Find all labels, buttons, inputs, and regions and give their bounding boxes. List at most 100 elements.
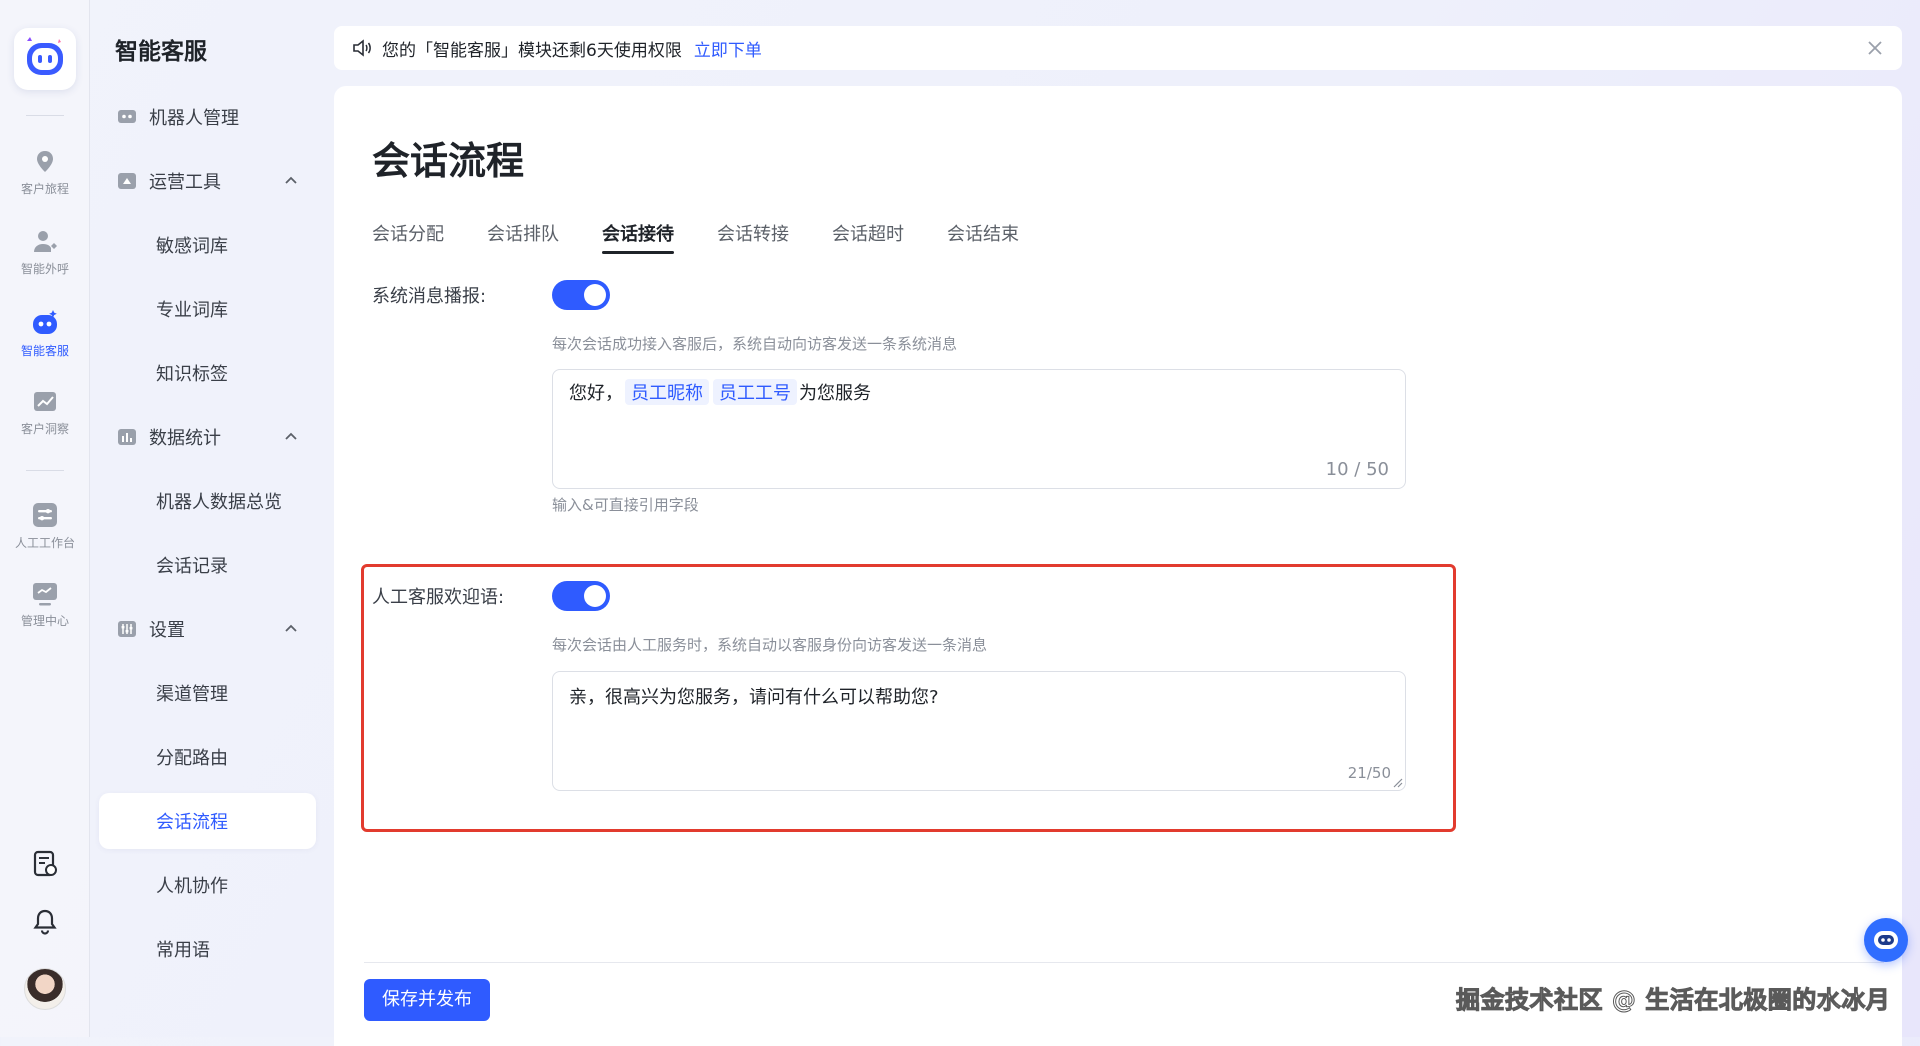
- menu-item-common-phrases[interactable]: 常用语: [99, 921, 316, 977]
- insight-chart-icon: [34, 392, 56, 411]
- bell-icon: [33, 909, 57, 935]
- order-now-link[interactable]: 立即下单: [694, 36, 762, 61]
- rail-item-workbench[interactable]: 人工工作台: [0, 500, 90, 551]
- user-call-icon: [34, 231, 57, 252]
- system-message-input[interactable]: 您好， 员工昵称 员工工号 为您服务 10 / 50: [552, 369, 1406, 489]
- menu-item-channel-management[interactable]: 渠道管理: [99, 665, 316, 721]
- menu-label: 运营工具: [149, 172, 221, 193]
- notification-button[interactable]: [29, 906, 61, 942]
- tab-session-timeout[interactable]: 会话超时: [832, 220, 904, 252]
- save-publish-button[interactable]: 保存并发布: [364, 979, 490, 1021]
- menu-item-data-stats[interactable]: 数据统计: [99, 409, 316, 465]
- menu-label: 会话记录: [156, 556, 228, 577]
- footer-divider: [364, 962, 1884, 963]
- page-title: 会话流程: [372, 139, 525, 183]
- menu-item-session-flow[interactable]: 会话流程: [99, 793, 316, 849]
- menu-label: 人机协作: [156, 876, 228, 897]
- menu-item-routing[interactable]: 分配路由: [99, 729, 316, 785]
- rail-item-customer-insight[interactable]: 客户洞察: [0, 388, 90, 437]
- chevron-up-icon: [285, 432, 297, 440]
- menu-label: 会话流程: [156, 812, 228, 833]
- app-rail: 客户旅程 智能外呼 智能客服 客户洞察 人工工作台 管理中心: [0, 0, 90, 1037]
- workbench-icon: [33, 503, 57, 527]
- welcome-message-hint: 每次会话由人工服务时，系统自动以客服身份向访客发送一条消息: [552, 636, 988, 654]
- welcome-message-toggle[interactable]: [552, 581, 610, 611]
- toggle-knob: [584, 585, 606, 607]
- app-logo[interactable]: [14, 28, 76, 90]
- char-counter: 21/50: [1347, 764, 1391, 782]
- menu-item-sensitive-words[interactable]: 敏感词库: [99, 217, 316, 273]
- char-counter: 10 / 50: [1325, 459, 1389, 480]
- settings-icon: [118, 621, 136, 637]
- system-message-hint: 每次会话成功接入客服后，系统自动向访客发送一条系统消息: [552, 335, 958, 353]
- bot-face-icon: [1874, 931, 1898, 949]
- rail-item-admin[interactable]: 管理中心: [0, 580, 90, 629]
- menu-label: 常用语: [156, 940, 210, 961]
- notice-text: 您的「智能客服」模块还剩6天使用权限: [382, 40, 682, 61]
- menu-label: 设置: [149, 620, 185, 641]
- notes-icon: [33, 850, 57, 877]
- speaker-icon: [353, 39, 371, 57]
- rail-label: 客户洞察: [20, 422, 69, 436]
- menu-item-session-records[interactable]: 会话记录: [99, 537, 316, 593]
- menu-item-human-robot-collab[interactable]: 人机协作: [99, 857, 316, 913]
- tab-session-end[interactable]: 会话结束: [947, 220, 1019, 252]
- assistant-bot-button[interactable]: [1864, 918, 1908, 962]
- rail-item-smart-service[interactable]: 智能客服: [0, 308, 90, 359]
- rail-divider: [26, 115, 64, 116]
- notice-bar: 您的「智能客服」模块还剩6天使用权限 立即下单: [334, 26, 1902, 70]
- menu-label: 敏感词库: [156, 236, 228, 257]
- notes-button[interactable]: [29, 848, 61, 884]
- menu-label: 机器人管理: [149, 108, 239, 129]
- menu-item-operation-tools[interactable]: 运营工具: [99, 153, 316, 209]
- message-text: 您好，: [569, 383, 623, 404]
- reference-field-helper: 输入&可直接引用字段: [552, 496, 699, 514]
- toggle-knob: [584, 284, 606, 306]
- menu-item-settings[interactable]: 设置: [99, 601, 316, 657]
- rail-label: 人工工作台: [14, 536, 75, 550]
- secondary-menu: 智能客服 机器人管理 运营工具 敏感词库 专业词库 知识标签 数据统计 机器人数…: [91, 0, 331, 1037]
- tab-session-reception[interactable]: 会话接待: [602, 220, 674, 254]
- rail-label: 智能客服: [20, 344, 69, 358]
- tab-session-assign[interactable]: 会话分配: [372, 220, 444, 252]
- monitor-icon: [33, 583, 57, 606]
- menu-label: 机器人数据总览: [156, 492, 282, 513]
- tab-session-transfer[interactable]: 会话转接: [717, 220, 789, 252]
- system-message-toggle[interactable]: [552, 280, 610, 310]
- menu-label: 分配路由: [156, 748, 228, 769]
- close-icon[interactable]: [1866, 39, 1884, 57]
- chevron-up-icon: [285, 624, 297, 632]
- menu-item-knowledge-tags[interactable]: 知识标签: [99, 345, 316, 401]
- field-chip-employee-id[interactable]: 员工工号: [713, 379, 797, 405]
- rail-label: 管理中心: [20, 614, 69, 628]
- menu-label: 知识标签: [156, 364, 228, 385]
- rail-item-customer-journey[interactable]: 客户旅程: [0, 148, 90, 197]
- system-message-label: 系统消息播报:: [372, 286, 487, 307]
- tools-icon: [118, 173, 136, 189]
- welcome-message-input[interactable]: 亲，很高兴为您服务，请问有什么可以帮助您? 21/50: [552, 671, 1406, 791]
- robot-icon: [33, 310, 57, 334]
- menu-label: 专业词库: [156, 300, 228, 321]
- chevron-up-icon: [285, 176, 297, 184]
- resize-handle-icon[interactable]: [1391, 776, 1403, 788]
- map-pin-icon: [37, 151, 53, 172]
- message-text: 为您服务: [799, 383, 871, 404]
- rail-label: 客户旅程: [20, 182, 69, 196]
- welcome-message-label: 人工客服欢迎语:: [372, 587, 505, 608]
- rail-item-smart-call[interactable]: 智能外呼: [0, 228, 90, 277]
- field-chip-nickname[interactable]: 员工昵称: [625, 379, 709, 405]
- watermark-text: 掘金技术社区 @ 生活在北极圈的水冰月: [1455, 986, 1891, 1015]
- menu-item-robot-management[interactable]: 机器人管理: [99, 89, 316, 145]
- menu-item-robot-data-overview[interactable]: 机器人数据总览: [99, 473, 316, 529]
- menu-title: 智能客服: [115, 39, 207, 65]
- rail-label: 智能外呼: [20, 262, 69, 276]
- user-avatar[interactable]: [24, 968, 66, 1010]
- menu-label: 渠道管理: [156, 684, 228, 705]
- menu-item-professional-words[interactable]: 专业词库: [99, 281, 316, 337]
- rail-divider: [26, 470, 64, 471]
- tab-session-queue[interactable]: 会话排队: [487, 220, 559, 252]
- menu-label: 数据统计: [149, 428, 221, 449]
- message-text: 亲，很高兴为您服务，请问有什么可以帮助您?: [569, 687, 939, 708]
- main-card: 会话流程 会话分配 会话排队 会话接待 会话转接 会话超时 会话结束 系统消息播…: [334, 86, 1902, 1046]
- logo-icon: [27, 37, 63, 75]
